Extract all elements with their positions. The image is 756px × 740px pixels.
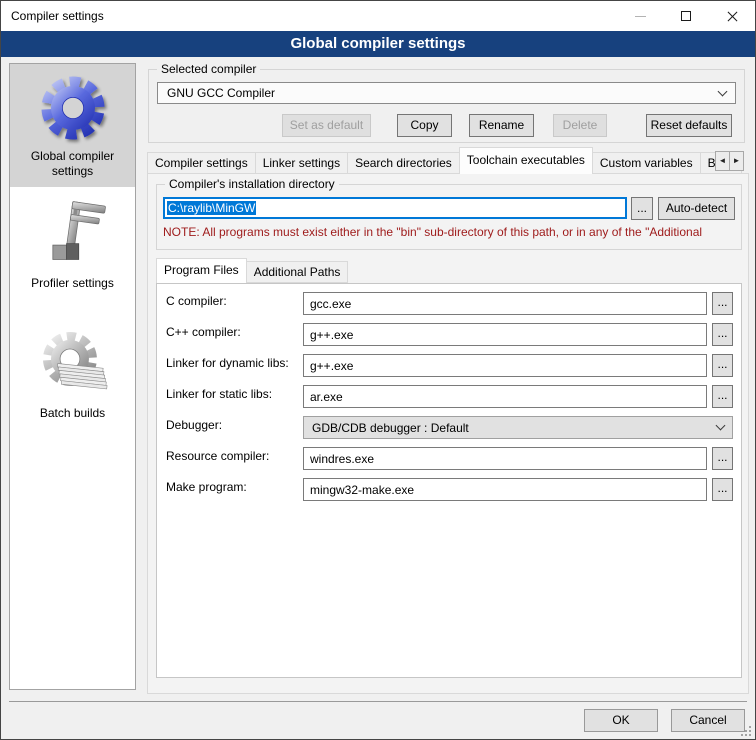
window-title: Compiler settings (1, 9, 104, 23)
field-row-c-compiler: C compiler: ... (166, 292, 733, 315)
field-label: Make program: (166, 478, 303, 494)
debugger-select-value: GDB/CDB debugger : Default (312, 421, 717, 435)
ok-button[interactable]: OK (584, 709, 658, 732)
reset-defaults-button[interactable]: Reset defaults (646, 114, 732, 137)
selected-compiler-group: Selected compiler GNU GCC Compiler Set a… (148, 69, 745, 143)
field-row-make-program: Make program: ... (166, 478, 733, 501)
delete-button[interactable]: Delete (553, 114, 607, 137)
browse-directory-button[interactable]: ... (631, 197, 653, 220)
chevron-down-icon (718, 86, 728, 96)
tab-search-directories[interactable]: Search directories (347, 152, 460, 174)
field-row-resource-compiler: Resource compiler: ... (166, 447, 733, 470)
field-row-linker-dynamic: Linker for dynamic libs: ... (166, 354, 733, 377)
c-compiler-input[interactable] (303, 292, 707, 315)
tab-scroll-right-button[interactable]: ► (729, 151, 744, 171)
field-row-debugger: Debugger: GDB/CDB debugger : Default (166, 416, 733, 439)
tab-custom-variables[interactable]: Custom variables (592, 152, 701, 174)
tab-scroll-left-button[interactable]: ◄ (715, 151, 730, 171)
caption-buttons (617, 1, 755, 31)
tab-linker-settings[interactable]: Linker settings (255, 152, 348, 174)
compiler-settings-window: Compiler settings Global compiler settin… (0, 0, 756, 740)
linker-dynamic-input[interactable] (303, 354, 707, 377)
compiler-select-value: GNU GCC Compiler (167, 86, 719, 100)
field-label: Linker for dynamic libs: (166, 354, 303, 370)
sidebar-item-label: Batch builds (12, 406, 133, 421)
field-row-cpp-compiler: C++ compiler: ... (166, 323, 733, 346)
sidebar-item-global-compiler-settings[interactable]: Global compiler settings (10, 64, 135, 187)
make-program-input[interactable] (303, 478, 707, 501)
cpp-compiler-input[interactable] (303, 323, 707, 346)
toolchain-subtabs: Program Files Additional Paths (156, 258, 347, 283)
arrow-right-icon: ► (733, 156, 741, 165)
sidebar-item-batch-builds[interactable]: Batch builds (10, 321, 135, 429)
tab-toolchain-executables[interactable]: Toolchain executables (459, 147, 593, 174)
sidebar-item-label: Profiler settings (12, 276, 133, 291)
settings-sidebar: Global compiler settings Profiler se (9, 63, 136, 690)
installation-directory-row: C:\raylib\MinGW ... Auto-detect (163, 197, 735, 219)
group-legend: Compiler's installation directory (165, 177, 339, 191)
sidebar-item-label: Global compiler settings (12, 149, 133, 179)
field-label: Linker for static libs: (166, 385, 303, 401)
maximize-button[interactable] (663, 1, 709, 31)
rename-button[interactable]: Rename (469, 114, 534, 137)
minimize-icon (635, 16, 646, 17)
arrow-left-icon: ◄ (719, 156, 727, 165)
minimize-button[interactable] (617, 1, 663, 31)
field-label: Resource compiler: (166, 447, 303, 463)
note-text: NOTE: All programs must exist either in … (163, 225, 741, 239)
field-label: Debugger: (166, 416, 303, 432)
maximize-icon (681, 11, 691, 21)
caliper-icon (37, 197, 109, 273)
tab-compiler-settings[interactable]: Compiler settings (147, 152, 256, 174)
field-label: C++ compiler: (166, 323, 303, 339)
linker-static-input[interactable] (303, 385, 707, 408)
debugger-select[interactable]: GDB/CDB debugger : Default (303, 416, 733, 439)
installation-directory-group: Compiler's installation directory C:\ray… (156, 184, 742, 250)
selected-text: C:\raylib\MinGW (167, 201, 256, 215)
page-title: Global compiler settings (1, 31, 755, 57)
field-row-linker-static: Linker for static libs: ... (166, 385, 733, 408)
gear-blue-icon (35, 70, 111, 146)
group-legend: Selected compiler (157, 62, 260, 76)
sidebar-item-profiler-settings[interactable]: Profiler settings (10, 187, 135, 299)
copy-button[interactable]: Copy (397, 114, 452, 137)
set-as-default-button[interactable]: Set as default (282, 114, 371, 137)
gear-stack-icon (35, 327, 111, 403)
subtab-additional-paths[interactable]: Additional Paths (246, 261, 349, 283)
tab-scroll-buttons: ◄ ► (716, 151, 744, 735)
installation-directory-input[interactable]: C:\raylib\MinGW (163, 197, 627, 219)
resource-compiler-input[interactable] (303, 447, 707, 470)
compiler-select[interactable]: GNU GCC Compiler (157, 82, 736, 104)
toolchain-executables-page: Compiler's installation directory C:\ray… (147, 173, 749, 694)
field-label: C compiler: (166, 292, 303, 308)
titlebar: Compiler settings (1, 1, 755, 31)
close-icon (726, 10, 739, 23)
settings-tabbar: Compiler settings Linker settings Search… (147, 147, 749, 174)
footer-separator (9, 701, 747, 702)
close-button[interactable] (709, 1, 755, 31)
program-files-panel: C compiler: ... C++ compiler: ... Linker… (156, 283, 742, 678)
compiler-buttons-row: Set as default Copy Rename Delete Reset … (149, 114, 744, 137)
subtab-program-files[interactable]: Program Files (156, 258, 247, 283)
